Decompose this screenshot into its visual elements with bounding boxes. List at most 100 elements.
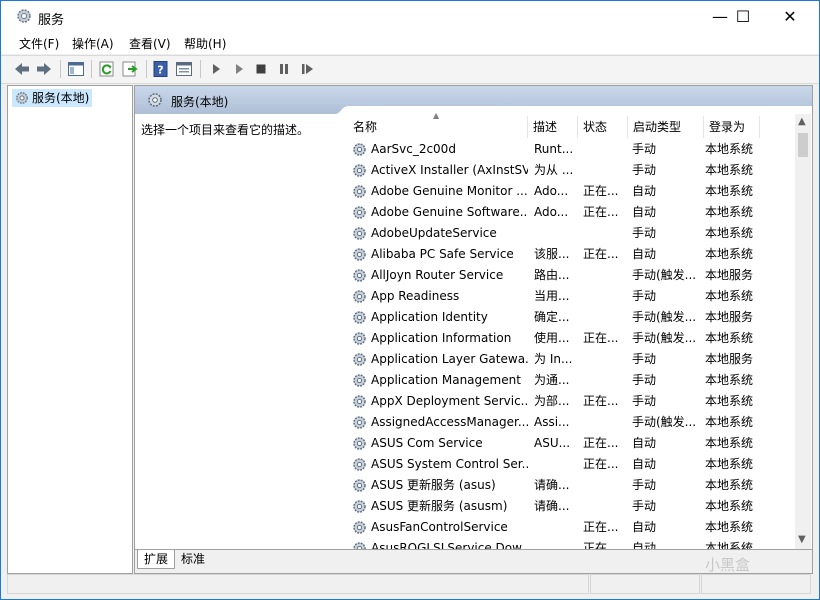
menu-action[interactable]: 操作(A) (72, 35, 114, 52)
service-row[interactable]: AppX Deployment Servic... 为部... 正在... 手动 本地系… (348, 391, 797, 412)
column-header-name[interactable]: 名称 (348, 116, 528, 138)
service-startup-type: 手动 (632, 394, 657, 408)
service-description: Ado... (534, 205, 569, 219)
title-bar[interactable]: 服务 — ☐ ✕ (1, 1, 819, 32)
service-log-on-as: 本地系统 (705, 415, 754, 429)
service-row[interactable]: ASUS 更新服务 (asus) 请确... 手动 本地系统 (348, 475, 797, 496)
column-header-description[interactable]: 描述 (528, 116, 578, 138)
service-row[interactable]: Application Information 使用... 正在... 手动(触发..… (348, 328, 797, 349)
export-list-icon[interactable] (121, 60, 139, 78)
svg-text:?: ? (157, 64, 163, 77)
service-row[interactable]: AssignedAccessManager... Assi... 手动(触发... 本… (348, 412, 797, 433)
close-button[interactable]: ✕ (767, 1, 813, 32)
service-row[interactable]: Application Identity 确定... 手动(触发... 本地服务 (348, 307, 797, 328)
service-startup-type: 手动(触发... (632, 268, 697, 282)
service-startup-type: 手动 (632, 142, 657, 156)
service-row[interactable]: ASUS 更新服务 (asusm) 请确... 手动 本地系统 (348, 496, 797, 517)
service-description: 当用... (534, 289, 570, 303)
column-header-log-on-as[interactable]: 登录为 (704, 116, 760, 138)
service-row[interactable]: AarSvc_2c00d Runt... 手动 本地系统 (348, 139, 797, 160)
service-log-on-as: 本地系统 (705, 247, 754, 261)
service-row[interactable]: App Readiness 当用... 手动 本地系统 (348, 286, 797, 307)
service-name: ASUS Com Service (371, 436, 483, 450)
service-row[interactable]: ASUS System Control Ser... 正在... 自动 本地系统 (348, 454, 797, 475)
service-startup-type: 自动 (632, 436, 657, 450)
stop-service-icon[interactable] (252, 60, 270, 78)
start-service-icon[interactable] (207, 60, 225, 78)
service-description: Assi... (534, 415, 570, 429)
service-startup-type: 自动 (632, 247, 657, 261)
gear-icon (16, 8, 32, 27)
service-name: Application Management (371, 373, 521, 387)
scroll-up-icon[interactable]: ▲ (798, 116, 806, 127)
scrollbar-thumb[interactable] (798, 133, 808, 157)
service-gear-icon (352, 541, 367, 549)
help-icon[interactable]: ? (152, 60, 170, 78)
tree-item-services-local[interactable]: 服务(本地) (12, 89, 93, 107)
service-startup-type: 手动 (632, 163, 657, 177)
scroll-down-icon[interactable]: ▼ (798, 534, 806, 545)
restart-service-icon[interactable] (298, 60, 316, 78)
service-log-on-as: 本地系统 (705, 205, 754, 219)
service-name: ASUS System Control Ser... (371, 457, 528, 471)
status-segment (701, 574, 811, 594)
maximize-button[interactable]: ☐ (720, 1, 766, 32)
service-log-on-as: 本地服务 (705, 310, 754, 324)
window-title: 服务 (38, 13, 65, 28)
toolbar-separator (91, 60, 92, 78)
service-startup-type: 自动 (632, 520, 657, 534)
service-startup-type: 手动 (632, 478, 657, 492)
service-row[interactable]: AdobeUpdateService 手动 本地系统 (348, 223, 797, 244)
service-log-on-as: 本地系统 (705, 163, 754, 177)
header-curve-decoration (135, 106, 812, 117)
service-log-on-as: 本地服务 (705, 268, 754, 282)
console-tree-icon[interactable] (67, 60, 85, 78)
tab-extended[interactable]: 扩展 (137, 550, 176, 569)
service-row[interactable]: AsusFanControlService 正在... 自动 本地系统 (348, 517, 797, 538)
status-segment (7, 574, 589, 594)
service-name: AdobeUpdateService (371, 226, 497, 240)
refresh-icon[interactable] (98, 60, 116, 78)
vertical-scrollbar[interactable]: ▲ ▼ (795, 114, 811, 549)
tab-standard[interactable]: 标准 (175, 550, 211, 568)
service-name: App Readiness (371, 289, 460, 303)
properties-icon[interactable] (175, 60, 193, 78)
service-row[interactable]: AsusROGLSLService Dow... 正在... 自动 本地系统 (348, 538, 797, 549)
service-row[interactable]: ASUS Com Service ASU... 正在... 自动 本地系统 (348, 433, 797, 454)
forward-arrow-icon[interactable] (35, 60, 53, 78)
service-status: 正在... (583, 247, 619, 261)
menu-help[interactable]: 帮助(H) (184, 35, 226, 52)
pause-service-icon[interactable] (275, 60, 293, 78)
service-description: 使用... (534, 331, 570, 345)
service-name: ASUS 更新服务 (asusm) (371, 499, 508, 513)
toolbar-separator (200, 60, 201, 78)
service-log-on-as: 本地系统 (705, 142, 754, 156)
back-arrow-icon[interactable] (13, 60, 31, 78)
service-status: 正在... (583, 184, 619, 198)
menu-view[interactable]: 查看(V) (129, 35, 171, 52)
service-description: 为部... (534, 394, 570, 408)
service-name: Application Identity (371, 310, 488, 324)
service-startup-type: 自动 (632, 457, 657, 471)
watermark-text: 小黑盒 (705, 556, 751, 574)
service-status: 正在... (583, 520, 619, 534)
service-row[interactable]: Application Management 为通... 手动 本地系统 (348, 370, 797, 391)
service-log-on-as: 本地系统 (705, 541, 754, 549)
service-row[interactable]: ActiveX Installer (AxInstSV) 为从 ... 手动 本地系统 (348, 160, 797, 181)
service-status: 正在... (583, 436, 619, 450)
menu-file[interactable]: 文件(F) (19, 35, 59, 52)
service-row[interactable]: Application Layer Gatewa... 为 In... 手动 本地服务 (348, 349, 797, 370)
service-row[interactable]: AllJoyn Router Service 路由... 手动(触发... 本地服务 (348, 265, 797, 286)
service-log-on-as: 本地系统 (705, 289, 754, 303)
description-prompt: 选择一个项目来查看它的描述。 (141, 123, 310, 137)
service-log-on-as: 本地系统 (705, 457, 754, 471)
service-log-on-as: 本地系统 (705, 226, 754, 240)
service-row[interactable]: Adobe Genuine Software... Ado... 正在... 自动 本地… (348, 202, 797, 223)
start-alt-icon[interactable] (230, 60, 248, 78)
service-row[interactable]: Adobe Genuine Monitor ... Ado... 正在... 自动 本地… (348, 181, 797, 202)
column-header-status[interactable]: 状态 (578, 116, 628, 138)
column-header-startup-type[interactable]: 启动类型 (628, 116, 704, 138)
services-pane: 服务(本地) 选择一个项目来查看它的描述。 ▲ 名称 描述 状态 启动类型 登录… (134, 85, 813, 574)
service-description: 为通... (534, 373, 570, 387)
service-row[interactable]: Alibaba PC Safe Service 该服... 正在... 自动 本地系统 (348, 244, 797, 265)
